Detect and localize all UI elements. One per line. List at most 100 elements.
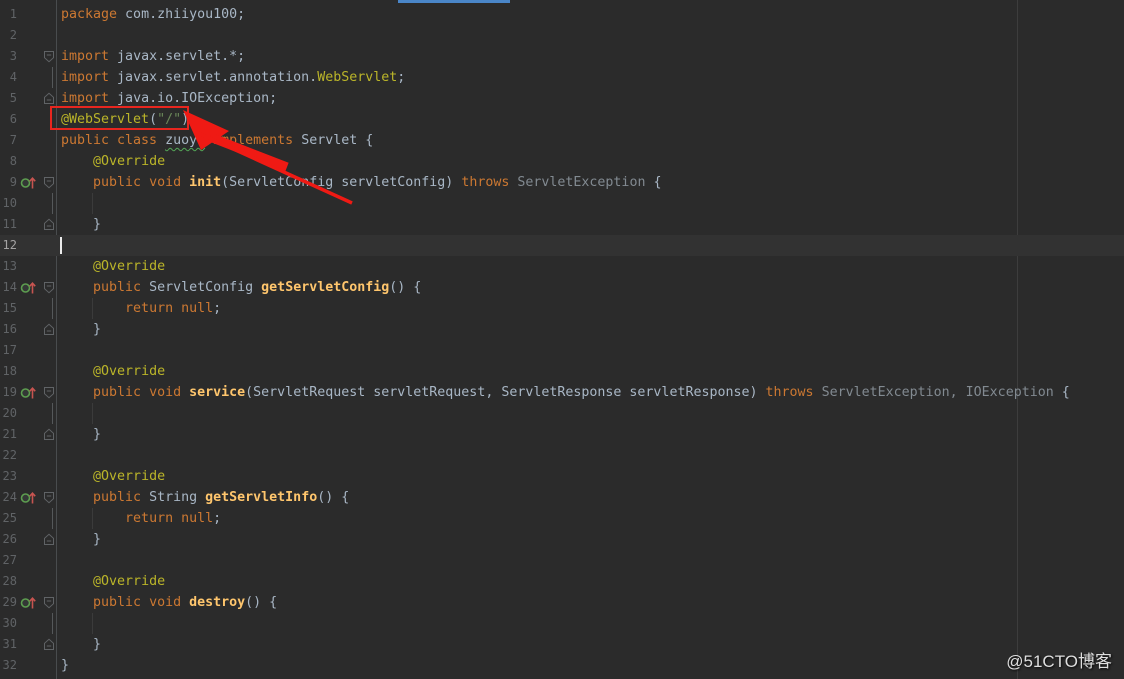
code-line-text[interactable]: public ServletConfig getServletConfig() … bbox=[59, 277, 1124, 298]
code-line[interactable]: 14 public ServletConfig getServletConfig… bbox=[0, 277, 1124, 298]
code-line-text[interactable] bbox=[59, 445, 1124, 466]
overriding-method-icon[interactable] bbox=[20, 176, 37, 190]
code-line[interactable]: 2 bbox=[0, 25, 1124, 46]
code-line-text[interactable]: } bbox=[59, 214, 1124, 235]
line-number[interactable]: 17 bbox=[0, 340, 17, 361]
code-line[interactable]: 30 bbox=[0, 613, 1124, 634]
code-line-text[interactable]: import javax.servlet.annotation.WebServl… bbox=[59, 67, 1124, 88]
code-line-text[interactable] bbox=[59, 235, 1124, 256]
fold-end-icon[interactable] bbox=[43, 218, 55, 231]
code-line-text[interactable]: public String getServletInfo() { bbox=[59, 487, 1124, 508]
code-line[interactable]: 26 } bbox=[0, 529, 1124, 550]
code-line[interactable]: 31 } bbox=[0, 634, 1124, 655]
code-line-text[interactable]: @Override bbox=[59, 466, 1124, 487]
code-line[interactable]: 8 @Override bbox=[0, 151, 1124, 172]
fold-end-icon[interactable] bbox=[43, 428, 55, 441]
code-line[interactable]: 19 public void service(ServletRequest se… bbox=[0, 382, 1124, 403]
code-line[interactable]: 9 public void init(ServletConfig servlet… bbox=[0, 172, 1124, 193]
line-number[interactable]: 24 bbox=[0, 487, 17, 508]
code-line-text[interactable]: public void init(ServletConfig servletCo… bbox=[59, 172, 1124, 193]
code-line[interactable]: 25 return null; bbox=[0, 508, 1124, 529]
code-line-text[interactable]: } bbox=[59, 424, 1124, 445]
line-number[interactable]: 20 bbox=[0, 403, 17, 424]
line-number[interactable]: 21 bbox=[0, 424, 17, 445]
code-line[interactable]: 32} bbox=[0, 655, 1124, 676]
fold-start-icon[interactable] bbox=[43, 176, 55, 189]
code-line-text[interactable]: @Override bbox=[59, 571, 1124, 592]
line-number[interactable]: 12 bbox=[0, 235, 17, 256]
line-number[interactable]: 10 bbox=[0, 193, 17, 214]
code-line-text[interactable]: import javax.servlet.*; bbox=[59, 46, 1124, 67]
code-line[interactable]: 11 } bbox=[0, 214, 1124, 235]
code-line[interactable]: 7public class zuoye implements Servlet { bbox=[0, 130, 1124, 151]
line-number[interactable]: 13 bbox=[0, 256, 17, 277]
fold-end-icon[interactable] bbox=[43, 92, 55, 105]
line-number[interactable]: 4 bbox=[0, 67, 17, 88]
line-number[interactable]: 3 bbox=[0, 46, 17, 67]
line-number[interactable]: 28 bbox=[0, 571, 17, 592]
code-line-text[interactable]: package com.zhiiyou100; bbox=[59, 4, 1124, 25]
code-line[interactable]: 15 return null; bbox=[0, 298, 1124, 319]
code-line-text[interactable] bbox=[59, 613, 1124, 634]
line-number[interactable]: 16 bbox=[0, 319, 17, 340]
line-number[interactable]: 18 bbox=[0, 361, 17, 382]
line-number[interactable]: 15 bbox=[0, 298, 17, 319]
code-line-text[interactable] bbox=[59, 340, 1124, 361]
fold-end-icon[interactable] bbox=[43, 533, 55, 546]
code-line-text[interactable]: @WebServlet("/") bbox=[59, 109, 1124, 130]
line-number[interactable]: 27 bbox=[0, 550, 17, 571]
code-line-text[interactable] bbox=[59, 550, 1124, 571]
line-number[interactable]: 2 bbox=[0, 25, 17, 46]
fold-end-icon[interactable] bbox=[43, 638, 55, 651]
code-line-text[interactable]: } bbox=[59, 655, 1124, 676]
line-number[interactable]: 14 bbox=[0, 277, 17, 298]
fold-end-icon[interactable] bbox=[43, 323, 55, 336]
code-line[interactable]: 1 package com.zhiiyou100; bbox=[0, 4, 1124, 25]
code-line-text[interactable]: @Override bbox=[59, 361, 1124, 382]
line-number[interactable]: 11 bbox=[0, 214, 17, 235]
line-number[interactable]: 22 bbox=[0, 445, 17, 466]
overriding-method-icon[interactable] bbox=[20, 281, 37, 295]
code-line-text[interactable]: public void service(ServletRequest servl… bbox=[59, 382, 1124, 403]
line-number[interactable]: 26 bbox=[0, 529, 17, 550]
fold-start-icon[interactable] bbox=[43, 50, 55, 63]
line-number[interactable]: 31 bbox=[0, 634, 17, 655]
code-line[interactable]: 20 bbox=[0, 403, 1124, 424]
line-number[interactable]: 1 bbox=[0, 4, 17, 25]
code-line[interactable]: 21 } bbox=[0, 424, 1124, 445]
code-line-text[interactable]: } bbox=[59, 319, 1124, 340]
code-line[interactable]: 29 public void destroy() { bbox=[0, 592, 1124, 613]
code-line[interactable]: 10 bbox=[0, 193, 1124, 214]
code-line-text[interactable]: } bbox=[59, 634, 1124, 655]
active-tab-indicator[interactable] bbox=[398, 0, 510, 3]
overriding-method-icon[interactable] bbox=[20, 386, 37, 400]
code-line-text[interactable]: public void destroy() { bbox=[59, 592, 1124, 613]
line-number[interactable]: 23 bbox=[0, 466, 17, 487]
code-line-text[interactable]: } bbox=[59, 529, 1124, 550]
code-line[interactable]: 3 import javax.servlet.*; bbox=[0, 46, 1124, 67]
code-line-text[interactable]: return null; bbox=[59, 298, 1124, 319]
fold-start-icon[interactable] bbox=[43, 386, 55, 399]
code-line-text[interactable]: @Override bbox=[59, 151, 1124, 172]
code-line[interactable]: 17 bbox=[0, 340, 1124, 361]
code-line[interactable]: 13 @Override bbox=[0, 256, 1124, 277]
line-number[interactable]: 7 bbox=[0, 130, 17, 151]
code-line-text[interactable]: return null; bbox=[59, 508, 1124, 529]
code-line[interactable]: 28 @Override bbox=[0, 571, 1124, 592]
line-number[interactable]: 25 bbox=[0, 508, 17, 529]
code-line-text[interactable] bbox=[59, 25, 1124, 46]
fold-start-icon[interactable] bbox=[43, 491, 55, 504]
code-line-text[interactable] bbox=[59, 193, 1124, 214]
code-line[interactable]: 4 import javax.servlet.annotation.WebServ… bbox=[0, 67, 1124, 88]
line-number[interactable]: 6 bbox=[0, 109, 17, 130]
code-line[interactable]: 24 public String getServletInfo() { bbox=[0, 487, 1124, 508]
code-line[interactable]: 23 @Override bbox=[0, 466, 1124, 487]
line-number[interactable]: 19 bbox=[0, 382, 17, 403]
overriding-method-icon[interactable] bbox=[20, 596, 37, 610]
code-line[interactable]: 22 bbox=[0, 445, 1124, 466]
code-line-text[interactable]: import java.io.IOException; bbox=[59, 88, 1124, 109]
code-line[interactable]: 18 @Override bbox=[0, 361, 1124, 382]
line-number[interactable]: 9 bbox=[0, 172, 17, 193]
line-number[interactable]: 32 bbox=[0, 655, 17, 676]
fold-start-icon[interactable] bbox=[43, 281, 55, 294]
